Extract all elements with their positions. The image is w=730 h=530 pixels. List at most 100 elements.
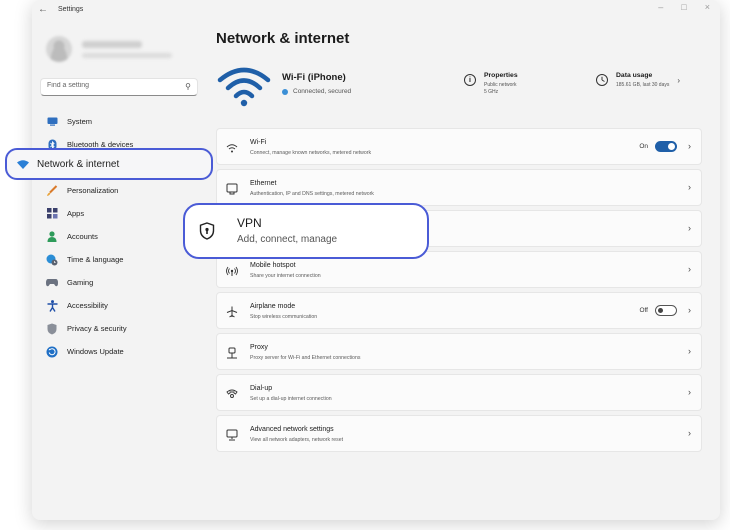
sidebar-item-accounts[interactable]: Accounts [40, 225, 205, 248]
card-airplane-mode[interactable]: Airplane mode Stop wireless communicatio… [216, 292, 702, 329]
chevron-right-icon: › [688, 141, 691, 151]
connection-status-text: Connected, secured [293, 88, 352, 95]
shield-icon [46, 323, 58, 335]
toggle-state-label: Off [639, 307, 648, 314]
maximize-button[interactable]: □ [681, 2, 686, 12]
settings-window: ← Settings – □ × ⚲ System Bluetooth & de… [32, 0, 720, 520]
apps-icon [46, 208, 58, 220]
proxy-icon [225, 346, 239, 360]
settings-cards: Wi-Fi Connect, manage known networks, me… [216, 128, 702, 456]
minimize-button[interactable]: – [658, 2, 663, 12]
vpn-title: VPN [237, 216, 262, 230]
wifi-icon [225, 141, 239, 155]
card-advanced-network-settings[interactable]: Advanced network settings View all netwo… [216, 415, 702, 452]
vpn-shield-icon [199, 222, 215, 240]
network-name: Wi-Fi (iPhone) [282, 72, 346, 83]
wifi-large-icon [217, 67, 271, 107]
dialup-icon [225, 387, 239, 401]
chevron-right-icon: › [688, 264, 691, 274]
wifi-toggle-group: On [639, 141, 677, 152]
sidebar-item-label: System [67, 117, 93, 126]
sidebar-item-gaming[interactable]: Gaming [40, 271, 205, 294]
search-box[interactable]: ⚲ [40, 78, 198, 96]
chevron-right-icon: › [688, 305, 691, 315]
person-icon [46, 231, 58, 243]
connection-status: Connected, secured [282, 88, 351, 95]
advanced-network-icon [225, 428, 239, 442]
hotspot-icon [225, 264, 239, 278]
properties-line2: 5 GHz [484, 89, 499, 95]
sidebar-item-label: Accounts [67, 232, 98, 241]
sidebar-item-label: Apps [67, 209, 85, 218]
monitor-icon [46, 116, 58, 128]
close-button[interactable]: × [705, 2, 710, 12]
properties-title: Properties [484, 72, 518, 79]
card-dial-up[interactable]: Dial-up Set up a dial-up internet connec… [216, 374, 702, 411]
accessibility-icon [46, 299, 58, 312]
connection-hero: Wi-Fi (iPhone) Connected, secured i Prop… [216, 62, 706, 112]
title-bar: ← Settings – □ × [32, 0, 720, 22]
sidebar-item-label: Time & language [67, 255, 124, 264]
card-subtitle: Set up a dial-up internet connection [250, 396, 332, 402]
card-subtitle: Stop wireless communication [250, 314, 318, 320]
sidebar-item-system[interactable]: System [40, 110, 205, 133]
card-subtitle: Share your internet connection [250, 273, 321, 279]
search-input[interactable] [47, 82, 167, 89]
globe-clock-icon [46, 254, 58, 266]
sidebar-item-label: Personalization [67, 186, 119, 195]
chevron-right-icon: › [688, 387, 691, 397]
chevron-right-icon: › [677, 76, 681, 85]
data-usage-button[interactable]: Data usage 185.61 GB, last 30 days › [596, 72, 680, 89]
vpn-highlight[interactable]: VPN Add, connect, manage [183, 203, 429, 259]
chevron-right-icon: › [688, 223, 691, 233]
sidebar-item-apps[interactable]: Apps [40, 202, 205, 225]
airplane-toggle-group: Off [639, 305, 677, 316]
avatar [46, 36, 72, 62]
vpn-subtitle: Add, connect, manage [237, 234, 338, 245]
card-subtitle: Proxy server for Wi-Fi and Ethernet conn… [250, 355, 361, 361]
properties-button[interactable]: i Properties Public network 5 GHz [464, 72, 518, 96]
sidebar-item-network-internet[interactable]: Network & internet [5, 148, 213, 180]
airplane-mode-toggle[interactable] [655, 305, 677, 316]
card-subtitle: View all network adapters, network reset [250, 437, 344, 443]
chevron-right-icon: › [688, 182, 691, 192]
back-button[interactable]: ← [38, 4, 48, 15]
profile-email-blurred [82, 53, 172, 58]
brush-icon [46, 184, 58, 197]
card-subtitle: Connect, manage known networks, metered … [250, 150, 372, 156]
ethernet-icon [225, 182, 239, 196]
gamepad-icon [46, 277, 58, 289]
app-title: Settings [58, 6, 84, 13]
toggle-state-label: On [639, 143, 648, 150]
update-icon [46, 346, 58, 358]
sidebar-item-privacy-security[interactable]: Privacy & security [40, 317, 205, 340]
sidebar-item-time-language[interactable]: Time & language [40, 248, 205, 271]
profile-name-blurred [82, 41, 142, 48]
data-usage-line1: 185.61 GB, last 30 days [616, 82, 670, 88]
properties-line1: Public network [484, 82, 517, 88]
card-title: Advanced network settings [250, 426, 334, 433]
status-dot-icon [282, 88, 288, 95]
sidebar-item-label: Network & internet [37, 158, 120, 170]
data-usage-title: Data usage [616, 72, 653, 79]
card-title: Airplane mode [250, 303, 296, 310]
sidebar-item-windows-update[interactable]: Windows Update [40, 340, 205, 363]
wifi-toggle[interactable] [655, 141, 677, 152]
sidebar-item-label: Windows Update [67, 347, 124, 356]
search-icon[interactable]: ⚲ [185, 82, 191, 91]
data-usage-icon [596, 74, 608, 86]
card-title: Ethernet [250, 180, 277, 187]
sidebar-item-personalization[interactable]: Personalization [40, 179, 205, 202]
card-subtitle: Authentication, IP and DNS settings, met… [250, 191, 374, 197]
chevron-right-icon: › [688, 346, 691, 356]
card-ethernet[interactable]: Ethernet Authentication, IP and DNS sett… [216, 169, 702, 206]
card-wifi[interactable]: Wi-Fi Connect, manage known networks, me… [216, 128, 702, 165]
sidebar-item-label: Accessibility [67, 301, 108, 310]
user-profile[interactable] [46, 32, 196, 70]
window-controls: – □ × [658, 2, 710, 12]
wifi-icon [17, 158, 29, 170]
page-title: Network & internet [216, 30, 350, 47]
sidebar-item-accessibility[interactable]: Accessibility [40, 294, 205, 317]
card-title: Dial-up [250, 385, 273, 392]
card-proxy[interactable]: Proxy Proxy server for Wi-Fi and Etherne… [216, 333, 702, 370]
